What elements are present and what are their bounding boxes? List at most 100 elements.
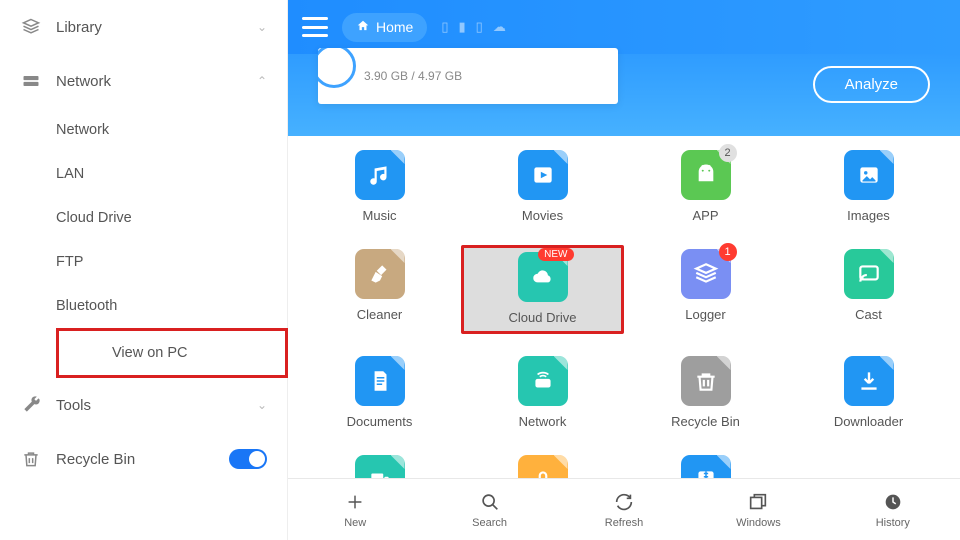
zip-icon bbox=[681, 455, 731, 478]
sidebar-sub-lan[interactable]: LAN bbox=[56, 152, 287, 196]
sidebar-sub-cloud-drive[interactable]: Cloud Drive bbox=[56, 196, 287, 240]
usage-ring-icon bbox=[318, 48, 356, 88]
search-icon bbox=[479, 491, 501, 513]
sidebar-label: Network bbox=[56, 73, 257, 90]
stack-icon: 1 bbox=[681, 249, 731, 299]
category-music[interactable]: Music bbox=[298, 146, 461, 227]
category-label: Downloader bbox=[834, 414, 903, 429]
sidebar-item-recycle[interactable]: Recycle Bin bbox=[0, 432, 287, 486]
category-documents[interactable]: Documents bbox=[298, 352, 461, 433]
sidebar-network-sublist: Network LAN Cloud Drive FTP Bluetooth Vi… bbox=[0, 108, 287, 378]
top-mini-icons: ▯ ▮ ▯ ☁ bbox=[441, 19, 505, 35]
category-cast[interactable]: Cast bbox=[787, 245, 950, 334]
category-cloud-drive[interactable]: NEW Cloud Drive bbox=[461, 245, 624, 334]
category-label: Cleaner bbox=[357, 307, 403, 322]
sidebar-label: Library bbox=[56, 19, 257, 36]
sidebar-item-library[interactable]: Library ⌄ bbox=[0, 0, 287, 54]
nav-windows[interactable]: Windows bbox=[691, 479, 825, 540]
person-icon[interactable]: ▯ bbox=[441, 19, 448, 35]
storage-card[interactable]: 3.90 GB / 4.97 GB bbox=[318, 48, 618, 104]
new-badge: NEW bbox=[538, 248, 573, 261]
nav-label: History bbox=[876, 517, 910, 529]
home-icon bbox=[356, 19, 370, 36]
analyze-button[interactable]: Analyze bbox=[813, 66, 930, 103]
sidebar-item-network[interactable]: Network ⌃ bbox=[0, 54, 287, 108]
trash-icon bbox=[681, 356, 731, 406]
lock-icon bbox=[518, 455, 568, 478]
storage-text: 3.90 GB / 4.97 GB bbox=[364, 69, 462, 83]
category-label: Logger bbox=[685, 307, 725, 322]
chevron-down-icon: ⌄ bbox=[257, 20, 267, 34]
category-images[interactable]: Images bbox=[787, 146, 950, 227]
refresh-icon bbox=[613, 491, 635, 513]
sidebar-label: Tools bbox=[56, 397, 257, 414]
home-label: Home bbox=[376, 19, 413, 35]
category-logger[interactable]: 1 Logger bbox=[624, 245, 787, 334]
nav-label: Windows bbox=[736, 517, 781, 529]
nav-label: Refresh bbox=[605, 517, 644, 529]
trash-icon bbox=[20, 448, 42, 470]
clock-icon bbox=[882, 491, 904, 513]
nav-new[interactable]: New bbox=[288, 479, 422, 540]
category-label: Images bbox=[847, 208, 890, 223]
stack-icon bbox=[20, 16, 42, 38]
category-label: Cloud Drive bbox=[509, 310, 577, 325]
cloud-icon[interactable]: ☁ bbox=[493, 19, 506, 35]
download-icon bbox=[844, 356, 894, 406]
category-label: Documents bbox=[347, 414, 413, 429]
nav-refresh[interactable]: Refresh bbox=[557, 479, 691, 540]
category-label: Cast bbox=[855, 307, 882, 322]
count-badge: 1 bbox=[719, 243, 737, 261]
chevron-down-icon: ⌄ bbox=[257, 398, 267, 412]
category-network[interactable]: Network bbox=[461, 352, 624, 433]
category-grid-wrap: Music Movies 2 APP Images Cleaner NEW Cl… bbox=[288, 136, 960, 478]
network-icon bbox=[20, 70, 42, 92]
category-app[interactable]: 2 APP bbox=[624, 146, 787, 227]
sidebar-sub-ftp[interactable]: FTP bbox=[56, 240, 287, 284]
sidebar-sub-bluetooth[interactable]: Bluetooth bbox=[56, 284, 287, 328]
recycle-toggle[interactable] bbox=[229, 449, 267, 469]
count-badge: 2 bbox=[719, 144, 737, 162]
category-movies[interactable]: Movies bbox=[461, 146, 624, 227]
nav-history[interactable]: History bbox=[826, 479, 960, 540]
hero-banner: 3.90 GB / 4.97 GB Analyze bbox=[288, 54, 960, 136]
broom-icon bbox=[355, 249, 405, 299]
folder-icon[interactable]: ▮ bbox=[459, 19, 466, 35]
nav-search[interactable]: Search bbox=[422, 479, 556, 540]
category-label: Recycle Bin bbox=[671, 414, 740, 429]
category-label: APP bbox=[692, 208, 718, 223]
topbar: Home ▯ ▮ ▯ ☁ bbox=[288, 0, 960, 54]
plus-icon bbox=[344, 491, 366, 513]
category-recycle-bin[interactable]: Recycle Bin bbox=[624, 352, 787, 433]
nav-label: Search bbox=[472, 517, 507, 529]
android-icon: 2 bbox=[681, 150, 731, 200]
main: Home ▯ ▮ ▯ ☁ 3.90 GB / 4.97 GB Analyze M bbox=[288, 0, 960, 540]
chevron-up-icon: ⌃ bbox=[257, 74, 267, 88]
sidebar-item-tools[interactable]: Tools ⌄ bbox=[0, 378, 287, 432]
windows-icon bbox=[747, 491, 769, 513]
wrench-icon bbox=[20, 394, 42, 416]
sidebar-label: Recycle Bin bbox=[56, 451, 229, 468]
play-icon bbox=[518, 150, 568, 200]
nav-label: New bbox=[344, 517, 366, 529]
category-label: Movies bbox=[522, 208, 563, 223]
category-cleaner[interactable]: Cleaner bbox=[298, 245, 461, 334]
category-compressed[interactable]: Compressed bbox=[624, 451, 787, 478]
category-label: Network bbox=[519, 414, 567, 429]
sidebar: Library ⌄ Network ⌃ Network LAN Cloud Dr… bbox=[0, 0, 288, 540]
category-encrypted[interactable]: Encrypted bbox=[461, 451, 624, 478]
home-tab[interactable]: Home bbox=[342, 13, 427, 42]
bottom-nav: New Search Refresh Windows History bbox=[288, 478, 960, 540]
music-icon bbox=[355, 150, 405, 200]
category-downloader[interactable]: Downloader bbox=[787, 352, 950, 433]
image-icon bbox=[844, 150, 894, 200]
category-grid: Music Movies 2 APP Images Cleaner NEW Cl… bbox=[288, 146, 960, 478]
category-label: Music bbox=[363, 208, 397, 223]
pc-icon bbox=[355, 455, 405, 478]
cast-icon bbox=[844, 249, 894, 299]
sidebar-sub-network[interactable]: Network bbox=[56, 108, 287, 152]
menu-icon[interactable] bbox=[302, 17, 328, 37]
category-view-on-pc[interactable]: View on PC bbox=[298, 451, 461, 478]
sidebar-sub-view-on-pc[interactable]: View on PC bbox=[56, 328, 288, 378]
chat-icon[interactable]: ▯ bbox=[476, 19, 483, 35]
